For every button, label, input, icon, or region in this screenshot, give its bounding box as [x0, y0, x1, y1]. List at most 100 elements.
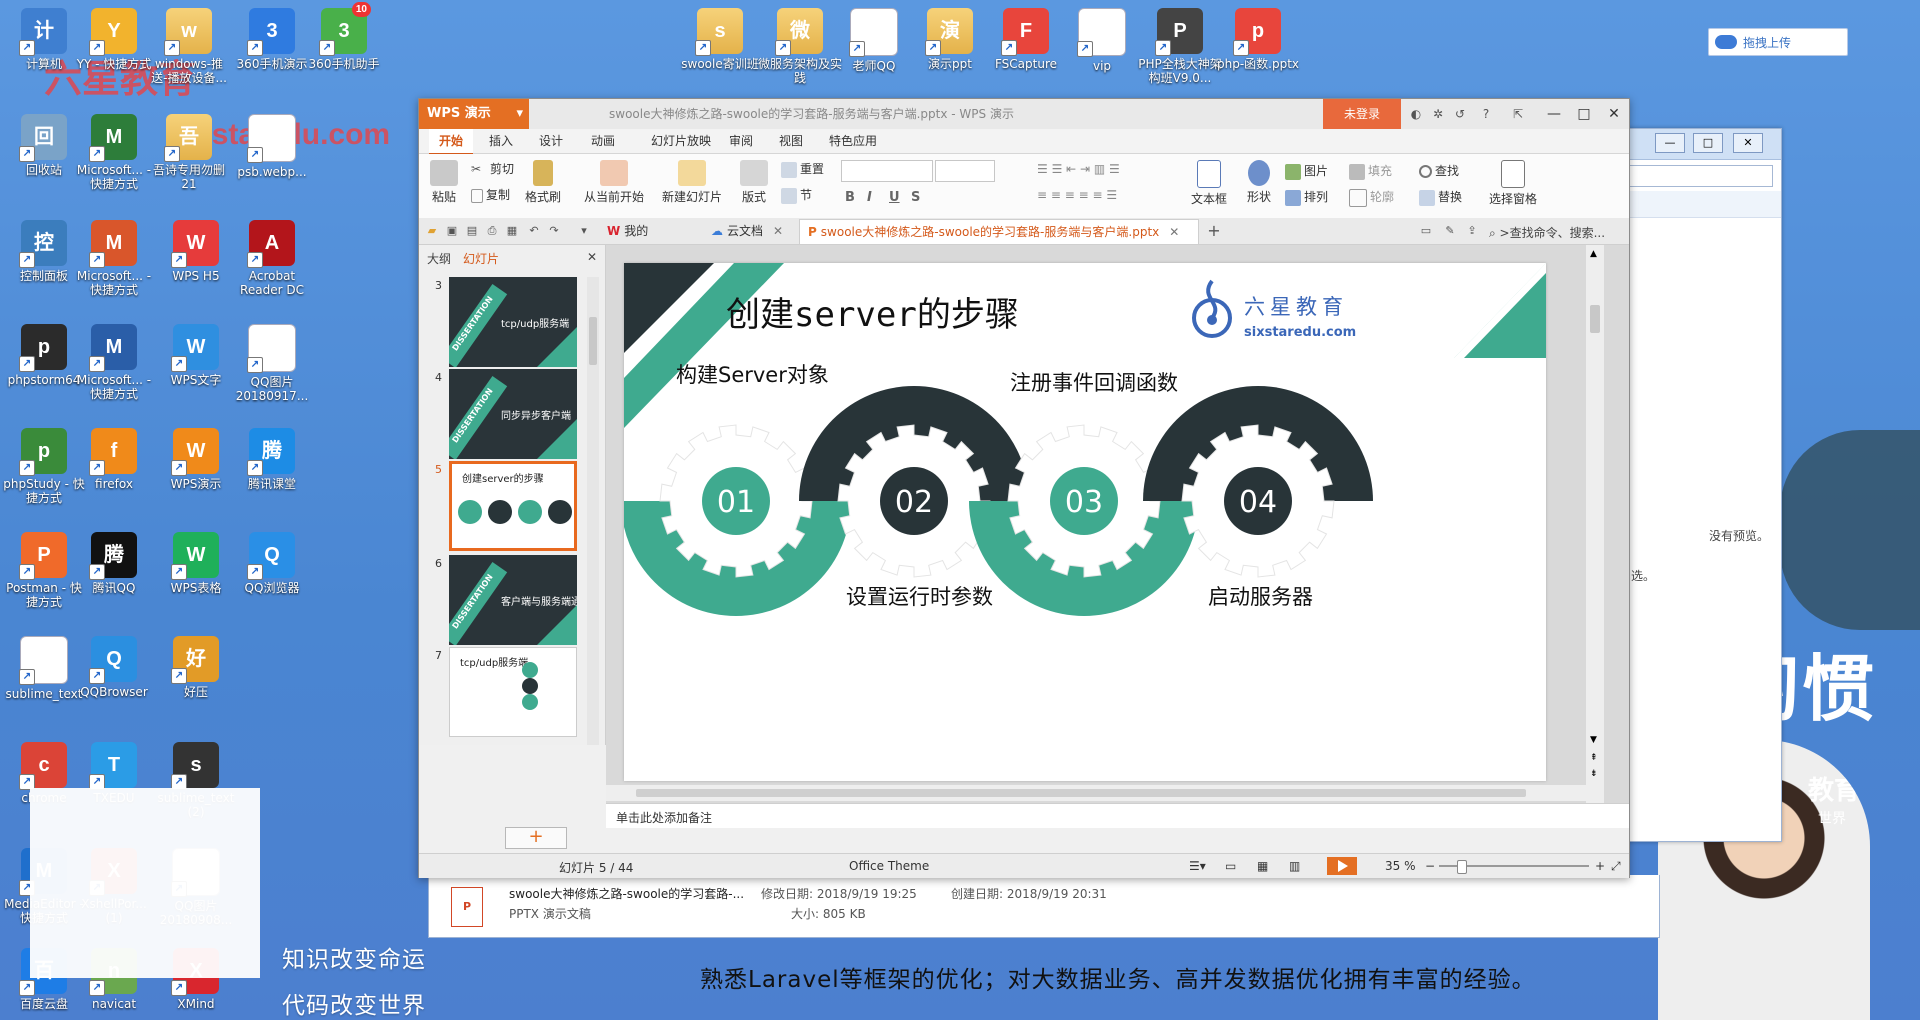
desktop-icon[interactable]: 演 ↗ 演示ppt	[908, 8, 992, 71]
zoom-in-icon[interactable]: +	[1595, 859, 1605, 873]
shadow-button[interactable]: S	[911, 190, 920, 205]
zoom-slider-thumb[interactable]	[1457, 860, 1467, 874]
close-tab-icon[interactable]: ✕	[773, 224, 783, 238]
save-icon[interactable]: ▣	[445, 224, 459, 238]
text-box-button[interactable]: 文本框	[1187, 160, 1231, 207]
desktop-icon[interactable]: 吾 ↗ 吾诗专用勿删21	[147, 114, 231, 191]
align-tools[interactable]: ≡ ≡ ≡ ≡ ≡ ☰	[1037, 188, 1117, 202]
copy-button[interactable]: 复制	[471, 186, 510, 203]
reading-view-icon[interactable]: ▥	[1289, 859, 1300, 873]
slide-canvas[interactable]: 01 02 03 04 创建server的步骤 六星教育 sixstaredu.com…	[624, 263, 1546, 781]
desktop-icon[interactable]: A ↗ Acrobat Reader DC	[230, 220, 314, 297]
maximize-icon[interactable]: □	[1693, 133, 1723, 153]
ribbon-tab[interactable]: 动画	[581, 129, 625, 153]
notes-pane[interactable]: 单击此处添加备注	[606, 803, 1629, 828]
print-icon[interactable]: ⎙	[485, 224, 499, 238]
desktop-icon[interactable]: 腾 ↗ 腾讯QQ	[72, 532, 156, 595]
desktop-icon[interactable]: 老 ↗ 老师QQ	[832, 8, 916, 73]
restore-ribbon-icon[interactable]: ⇱	[1511, 107, 1525, 121]
desktop-icon[interactable]: 3 10 ↗ 360手机助手	[302, 2, 386, 71]
vertical-scroll-thumb[interactable]	[1590, 305, 1600, 333]
desktop-icon[interactable]: M ↗ Microsoft... - 快捷方式	[72, 114, 156, 191]
desktop-icon[interactable]: M ↗ Microsoft... - 快捷方式	[72, 220, 156, 297]
undo-icon[interactable]: ↶	[527, 224, 541, 238]
scroll-down-icon[interactable]: ▼	[1590, 735, 1597, 745]
preview-icon[interactable]: ▦	[505, 224, 519, 238]
picture-button[interactable]: 图片	[1285, 162, 1328, 180]
explorer-search-input[interactable]	[1629, 165, 1773, 187]
skin-icon[interactable]: ◐	[1409, 107, 1423, 121]
share-doc-icon[interactable]: ⇪	[1465, 224, 1479, 238]
panel-scrollbar[interactable]	[587, 277, 599, 745]
customize-icon[interactable]: ▾	[577, 224, 591, 238]
section-button[interactable]: 节	[781, 186, 812, 204]
add-slide-button[interactable]: +	[505, 827, 567, 849]
arrange-button[interactable]: 排列	[1285, 188, 1328, 206]
from-current-button[interactable]: 从当前开始	[579, 160, 649, 205]
panel-scroll-thumb[interactable]	[589, 317, 597, 365]
slide-thumbnail[interactable]: DISSERTATION tcp/udp服务端	[449, 277, 577, 367]
slide-thumbnail[interactable]: DISSERTATION 同步异步客户端	[449, 369, 577, 459]
desktop-icon[interactable]: M ↗ Microsoft... - 快捷方式	[72, 324, 156, 401]
desktop-icon[interactable]: s ↗ swoole寄训班	[678, 8, 762, 71]
desktop-icon[interactable]: f ↗ firefox	[72, 428, 156, 491]
desktop-icon[interactable]: W ↗ WPS演示	[154, 428, 238, 491]
notes-toggle-icon[interactable]: ☰▾	[1189, 859, 1206, 873]
desktop-icon[interactable]: F ↗ FSCapture	[984, 8, 1068, 71]
minimize-button[interactable]: —	[1539, 99, 1569, 129]
desktop-icon[interactable]: 腾 ↗ 腾讯课堂	[230, 428, 314, 491]
maximize-button[interactable]: □	[1569, 99, 1599, 129]
ribbon-tab[interactable]: 设计	[529, 129, 573, 153]
find-button[interactable]: 查找	[1419, 162, 1459, 179]
underline-button[interactable]: U	[889, 190, 900, 205]
close-panel-icon[interactable]: ✕	[587, 250, 597, 264]
fit-window-icon[interactable]: ⤢	[1611, 859, 1621, 874]
font-name-select[interactable]	[841, 160, 933, 182]
settings-icon[interactable]: ✲	[1431, 107, 1445, 121]
close-tab-icon[interactable]: ✕	[1169, 225, 1179, 239]
help-icon[interactable]: ?	[1479, 107, 1493, 121]
outline-button[interactable]: 轮廓	[1349, 188, 1394, 207]
minimize-icon[interactable]: —	[1655, 133, 1685, 153]
close-icon[interactable]: ✕	[1733, 133, 1763, 153]
font-size-select[interactable]	[935, 160, 995, 182]
paste-button[interactable]: 粘贴	[427, 160, 461, 205]
desktop-icon[interactable]: W ↗ WPS H5	[154, 220, 238, 283]
slide-thumbnail[interactable]: DISSERTATION 客户端与服务端通讯方式	[449, 555, 577, 645]
wps-app-menu-button[interactable]: WPS 演示 ▾	[419, 99, 529, 129]
desktop-icon[interactable]: W ↗ WPS文字	[154, 324, 238, 387]
new-tab-icon[interactable]: +	[1207, 223, 1221, 239]
ribbon-tab[interactable]: 插入	[479, 129, 523, 153]
new-slide-button[interactable]: 新建幻灯片	[655, 160, 729, 205]
save-as-icon[interactable]: ▤	[465, 224, 479, 238]
horizontal-scrollbar[interactable]	[606, 785, 1586, 801]
ribbon-tab[interactable]: 视图	[769, 129, 813, 153]
replace-button[interactable]: 替换	[1419, 188, 1462, 206]
zoom-out-icon[interactable]: −	[1425, 859, 1435, 873]
desktop-icon[interactable]: w ↗ windows-推送-播放设备...	[147, 8, 231, 85]
upload-button[interactable]: 拖拽上传	[1708, 28, 1848, 56]
cut-button[interactable]: ✂ 剪切	[471, 160, 514, 178]
paragraph-tools[interactable]: ☰ ☰ ⇤ ⇥ ▥ ☰	[1037, 162, 1120, 176]
desktop-icon[interactable]: Y ↗ YY - 快捷方式	[72, 8, 156, 71]
bold-button[interactable]: B	[845, 190, 855, 205]
layout-button[interactable]: 版式	[737, 160, 771, 205]
desktop-icon[interactable]: p ↗ php-函数.pptx	[1216, 8, 1300, 71]
close-button[interactable]: ✕	[1599, 99, 1629, 129]
desktop-icon[interactable]: P ↗ PHP全栈大神架构班V9.0...	[1138, 8, 1222, 85]
ribbon-tab[interactable]: 特色应用	[819, 129, 887, 153]
ribbon-tab[interactable]: 幻灯片放映	[641, 129, 721, 153]
vertical-scrollbar[interactable]: ▲ ▼ ⇞ ⇟	[1586, 245, 1604, 803]
login-button[interactable]: 未登录	[1323, 99, 1401, 129]
desktop-icon[interactable]: 好 ↗ 好压	[154, 636, 238, 699]
reset-button[interactable]: 重置	[781, 160, 824, 178]
panel-icon[interactable]: ▭	[1419, 224, 1433, 238]
desktop-icon[interactable]: 微 ↗ 微服务架构及实践	[758, 8, 842, 85]
normal-view-icon[interactable]: ▭	[1225, 859, 1236, 873]
prev-slide-icon[interactable]: ⇞	[1590, 753, 1598, 763]
next-slide-icon[interactable]: ⇟	[1590, 769, 1598, 779]
share-icon[interactable]: ↺	[1453, 107, 1467, 121]
slide-thumbnail[interactable]: tcp/udp服务端	[449, 647, 577, 737]
desktop-icon[interactable]: W ↗ WPS表格	[154, 532, 238, 595]
slide-thumbnail[interactable]: 创建server的步骤	[449, 461, 577, 551]
